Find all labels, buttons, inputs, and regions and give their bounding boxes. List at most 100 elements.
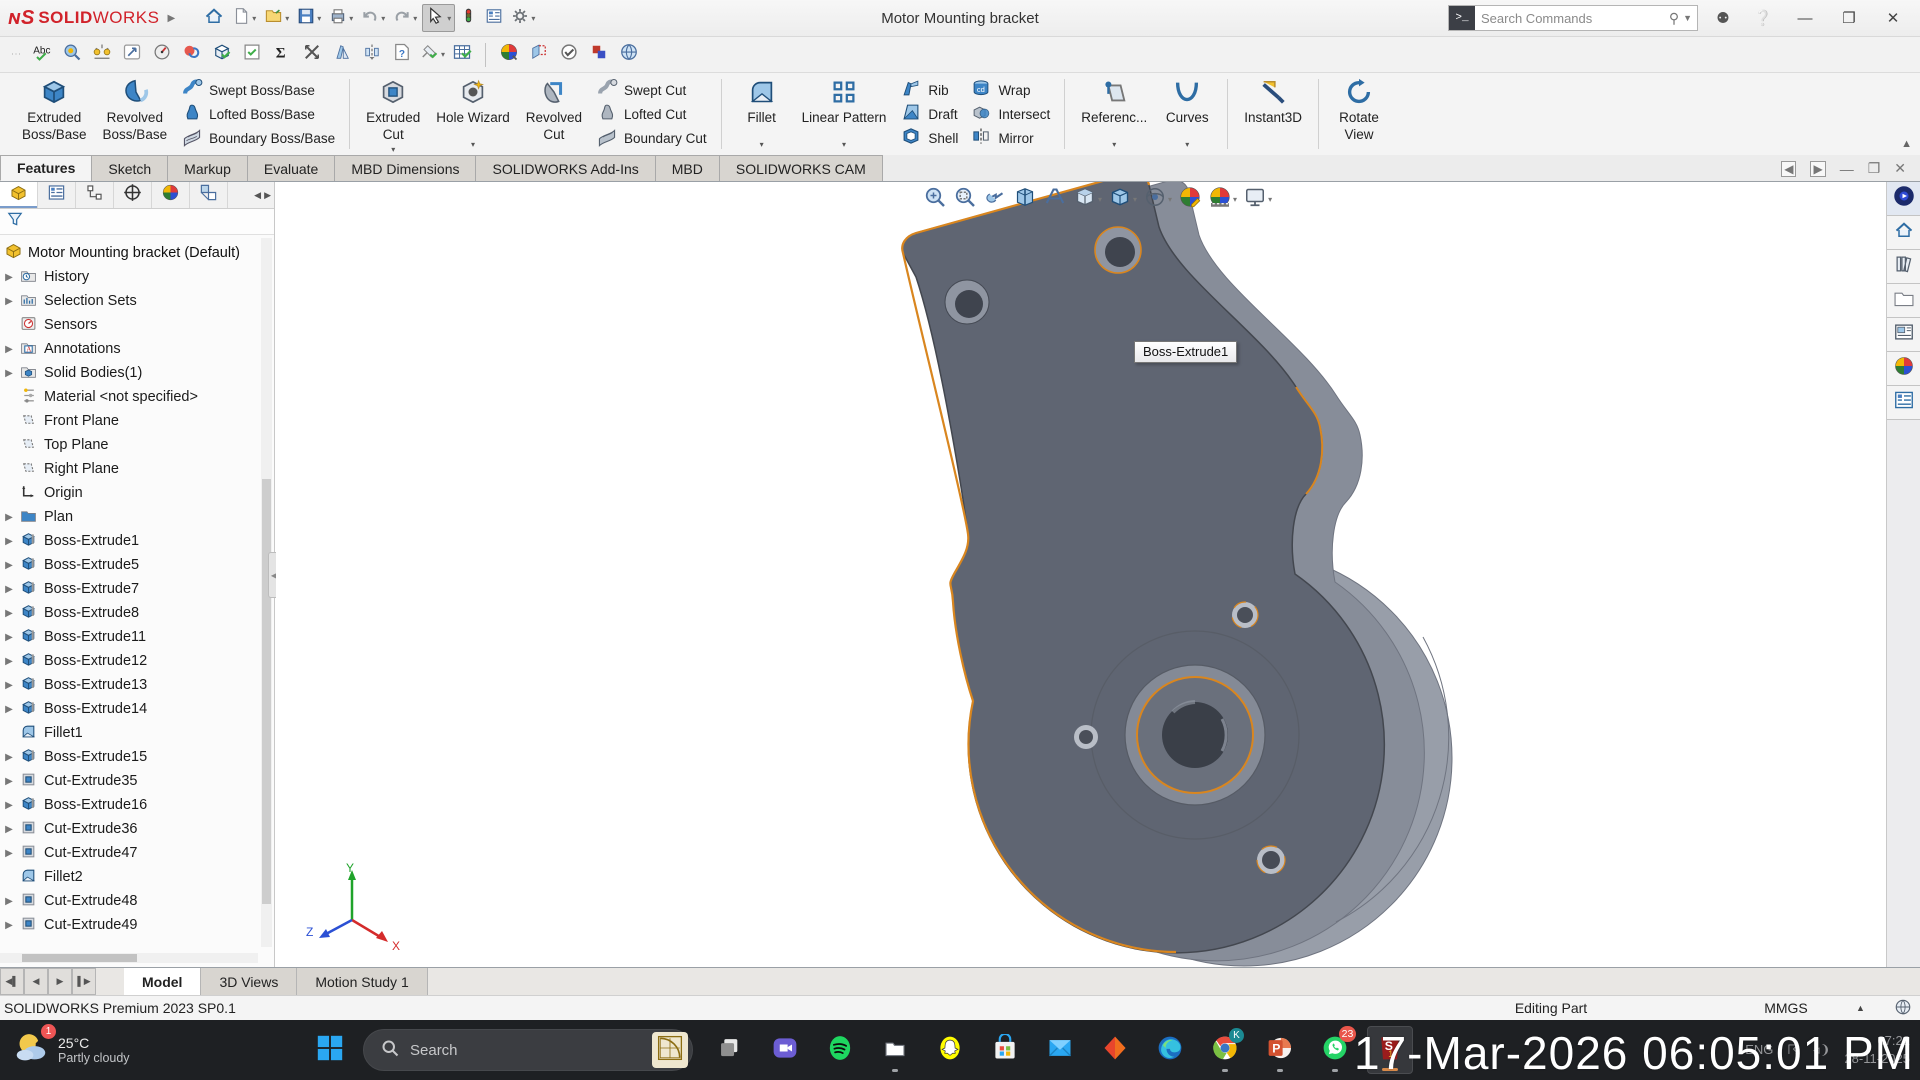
expand-arrow-icon[interactable]: ▶ <box>0 536 18 547</box>
task-pane-tab-home[interactable] <box>1887 216 1920 250</box>
ribbon-button-extruded-cut[interactable]: Extruded Cut▾ <box>358 77 428 151</box>
tree-item-boss-extrude7[interactable]: ▶Boss-Extrude7 <box>0 577 260 601</box>
tree-item-cut-extrude48[interactable]: ▶Cut-Extrude48 <box>0 889 260 913</box>
design-checker-button[interactable]: ▾ <box>417 41 447 69</box>
view-settings-button[interactable]: ▾ <box>1241 183 1274 216</box>
markup-arrow-button[interactable] <box>117 41 147 69</box>
compare-blocks-button[interactable] <box>584 41 614 69</box>
tab-mbd-dimensions[interactable]: MBD Dimensions <box>334 155 476 181</box>
tree-item-boss-extrude8[interactable]: ▶Boss-Extrude8 <box>0 601 260 625</box>
collapse-pane-left-icon[interactable]: ◀ <box>1781 161 1796 177</box>
tree-item-boss-extrude14[interactable]: ▶Boss-Extrude14 <box>0 697 260 721</box>
tree-horizontal-scrollbar[interactable] <box>0 953 258 963</box>
part-3d-model[interactable] <box>276 182 1886 967</box>
ribbon-button-curves[interactable]: Curves▾ <box>1155 77 1219 151</box>
search-icon[interactable]: ⚲ <box>1669 10 1683 27</box>
edit-appearance-button[interactable] <box>1176 183 1204 216</box>
search-dropdown-icon[interactable]: ▼ <box>1683 13 1697 23</box>
tree-item-cut-extrude47[interactable]: ▶Cut-Extrude47 <box>0 841 260 865</box>
taskbar-app-whatsapp[interactable]: 23 <box>1312 1026 1358 1074</box>
ribbon-button-wrap[interactable]: cdWrap <box>970 78 1050 102</box>
display-pane-button[interactable] <box>482 4 506 32</box>
expand-arrow-icon[interactable]: ▶ <box>0 632 18 643</box>
select-cursor-dropdown-icon[interactable]: ▾ <box>447 14 451 23</box>
hide-show-items-button[interactable]: ▾ <box>1141 183 1174 216</box>
zoom-magnifier-button[interactable] <box>57 41 87 69</box>
redo-button[interactable]: ▾ <box>390 4 420 32</box>
expand-arrow-icon[interactable]: ▶ <box>0 680 18 691</box>
ribbon-button-referenc-[interactable]: Referenc...▾ <box>1073 77 1155 151</box>
tree-item-sensors[interactable]: Sensors <box>0 313 260 337</box>
view-annotations-button[interactable] <box>1041 183 1069 216</box>
tree-item-history[interactable]: ▶History <box>0 265 260 289</box>
tree-item-boss-extrude1[interactable]: ▶Boss-Extrude1 <box>0 529 260 553</box>
tab-solidworks-cam[interactable]: SOLIDWORKS CAM <box>719 155 883 181</box>
taskbar-app-snapchat[interactable] <box>927 1026 973 1074</box>
taskbar-app-edge[interactable] <box>1147 1026 1193 1074</box>
view-settings-dropdown-icon[interactable]: ▾ <box>1268 195 1272 204</box>
expand-arrow-icon[interactable]: ▶ <box>0 512 18 523</box>
tree-item-origin[interactable]: Origin <box>0 481 260 505</box>
select-cursor-button[interactable]: ▾ <box>422 4 455 32</box>
expand-arrow-icon[interactable]: ▶ <box>0 848 18 859</box>
taskbar-app-powerpoint[interactable]: P <box>1257 1026 1303 1074</box>
view-tab-motion-study-1[interactable]: Motion Study 1 <box>297 968 427 995</box>
ribbon-button-draft[interactable]: Draft <box>900 102 958 126</box>
options-gear-button[interactable]: ▾ <box>508 4 538 32</box>
print-dropdown-icon[interactable]: ▾ <box>349 14 353 23</box>
panel-tab-dimxpert-manager[interactable] <box>114 182 152 208</box>
expand-arrow-icon[interactable]: ▶ <box>0 560 18 571</box>
panel-tab-part-tree[interactable] <box>0 182 38 208</box>
ribbon-button-rotate-view[interactable]: Rotate View <box>1327 77 1391 151</box>
ribbon-button-boundary-cut[interactable]: Boundary Cut <box>596 126 707 150</box>
expand-arrow-icon[interactable]: ▶ <box>0 776 18 787</box>
tree-item-cut-extrude49[interactable]: ▶Cut-Extrude49 <box>0 913 260 937</box>
toolbar-grip[interactable]: ⋮ <box>10 49 21 60</box>
panel-tab-display-manager[interactable] <box>152 182 190 208</box>
minimize-button[interactable]: ― <box>1788 10 1822 27</box>
panel-tab-configuration-manager[interactable] <box>76 182 114 208</box>
restore-button[interactable]: ❐ <box>1832 9 1866 27</box>
task-pane-tab-file-explorer[interactable] <box>1887 284 1920 318</box>
help-icon[interactable]: ❔ <box>1748 9 1778 27</box>
expand-arrow-icon[interactable]: ▶ <box>0 296 18 307</box>
tree-item-solid-bodies-1-[interactable]: ▶Solid Bodies(1) <box>0 361 260 385</box>
status-globe-icon[interactable] <box>1886 998 1920 1019</box>
ribbon-dropdown-icon[interactable]: ▾ <box>471 139 475 149</box>
print-button[interactable]: ▾ <box>326 4 356 32</box>
taskbar-app-task-view-stack[interactable] <box>707 1026 753 1074</box>
ribbon-button-extruded-boss-base[interactable]: Extruded Boss/Base <box>14 77 95 151</box>
tree-root-part[interactable]: Motor Mounting bracket (Default) <box>0 240 260 265</box>
apply-scene-dropdown-icon[interactable]: ▾ <box>1233 195 1237 204</box>
tab-nav-prev-icon[interactable]: ◀ <box>24 968 48 995</box>
tab-nav-last-icon[interactable]: ▌▶ <box>72 968 96 995</box>
task-pane-tab-design-library[interactable] <box>1887 250 1920 284</box>
ribbon-button-lofted-cut[interactable]: Lofted Cut <box>596 102 707 126</box>
spell-check-button[interactable]: Abc <box>27 41 57 69</box>
ribbon-dropdown-icon[interactable]: ▾ <box>1112 139 1116 149</box>
ribbon-button-lofted-boss-base[interactable]: Lofted Boss/Base <box>181 102 335 126</box>
view-tab-3d-views[interactable]: 3D Views <box>201 968 297 995</box>
tree-item-cut-extrude35[interactable]: ▶Cut-Extrude35 <box>0 769 260 793</box>
tree-item-boss-extrude16[interactable]: ▶Boss-Extrude16 <box>0 793 260 817</box>
ribbon-button-hole-wizard[interactable]: Hole Wizard▾ <box>428 77 518 151</box>
tree-item-annotations[interactable]: ▶AAnnotations <box>0 337 260 361</box>
command-search-box[interactable]: >_ ⚲ ▼ <box>1448 5 1698 31</box>
tree-item-boss-extrude15[interactable]: ▶Boss-Extrude15 <box>0 745 260 769</box>
tree-item-front-plane[interactable]: Front Plane <box>0 409 260 433</box>
ribbon-button-shell[interactable]: Shell <box>900 126 958 150</box>
undo-button[interactable]: ▾ <box>358 4 388 32</box>
options-gear-dropdown-icon[interactable]: ▾ <box>531 14 535 23</box>
ribbon-dropdown-icon[interactable]: ▾ <box>1185 139 1189 149</box>
expand-arrow-icon[interactable]: ▶ <box>0 272 18 283</box>
ribbon-button-revolved-cut[interactable]: Revolved Cut <box>518 77 590 151</box>
zoom-to-area-button[interactable] <box>951 183 979 216</box>
ribbon-collapse-icon[interactable]: ▲ <box>1901 138 1912 150</box>
tree-item-material-not-specified-[interactable]: Material <not specified> <box>0 385 260 409</box>
ribbon-button-swept-cut[interactable]: Swept Cut <box>596 78 707 102</box>
view-orientation-dropdown-icon[interactable]: ▾ <box>1098 195 1102 204</box>
ribbon-button-swept-boss-base[interactable]: Swept Boss/Base <box>181 78 335 102</box>
new-doc-dropdown-icon[interactable]: ▾ <box>252 14 256 23</box>
ribbon-button-revolved-boss-base[interactable]: Revolved Boss/Base <box>95 77 176 151</box>
tree-filter-bar[interactable] <box>0 209 274 235</box>
